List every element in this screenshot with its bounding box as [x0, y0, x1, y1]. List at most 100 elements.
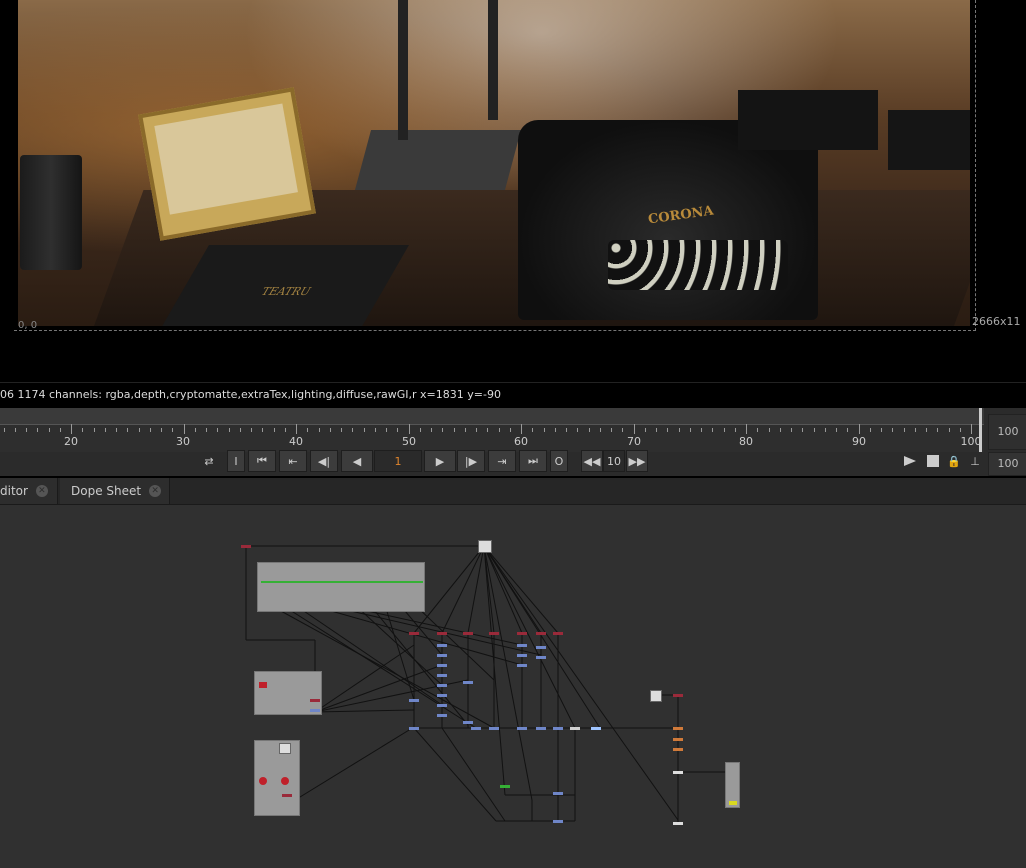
- write-node-yellow[interactable]: [729, 801, 737, 805]
- end-frame-field[interactable]: 100: [988, 452, 1026, 476]
- node-chip[interactable]: [409, 699, 419, 702]
- node-chip[interactable]: [536, 632, 546, 635]
- node-chip[interactable]: [437, 694, 447, 697]
- dot-node-red[interactable]: [259, 777, 267, 785]
- step-forward-icon: |▶: [464, 454, 478, 468]
- node-chip[interactable]: [553, 792, 563, 795]
- tab-dope-sheet[interactable]: Dope Sheet ✕: [60, 478, 170, 504]
- node-chip[interactable]: [553, 727, 563, 730]
- node-chip[interactable]: [517, 644, 527, 647]
- frame-ruler[interactable]: 20 30 40 50 60 70 80 90 100: [0, 408, 984, 452]
- frame-scrub-bar[interactable]: [0, 408, 984, 425]
- next-keyframe-button[interactable]: ⇥: [488, 450, 516, 472]
- in-point-button[interactable]: I: [227, 450, 245, 472]
- node-chip[interactable]: [500, 785, 510, 788]
- format-bounding-box: [14, 0, 976, 331]
- node-chip[interactable]: [310, 709, 320, 712]
- node-chip[interactable]: [463, 721, 473, 724]
- ruler-tick: [341, 428, 342, 432]
- node-chip[interactable]: [517, 654, 527, 657]
- node-chip[interactable]: [673, 822, 683, 825]
- timeline-bar[interactable]: 20 30 40 50 60 70 80 90 100 100 ⇄ I ⏮ ⇤ …: [0, 408, 1026, 476]
- node-chip[interactable]: [489, 727, 499, 730]
- read-node-red[interactable]: [259, 682, 267, 688]
- dot-node-red[interactable]: [281, 777, 289, 785]
- node-chip[interactable]: [310, 699, 320, 702]
- last-frame-button[interactable]: ⏭: [519, 450, 547, 472]
- out-point-button[interactable]: O: [550, 450, 568, 472]
- node-chip[interactable]: [282, 794, 292, 797]
- playhead-end-marker[interactable]: [979, 408, 982, 452]
- ruler-label: 40: [289, 435, 303, 448]
- ruler-tick: [127, 428, 129, 432]
- increment-field[interactable]: 10: [603, 450, 625, 472]
- node-chip[interactable]: [570, 727, 580, 730]
- node-chip[interactable]: [673, 771, 683, 774]
- node-chip[interactable]: [463, 632, 473, 635]
- range-button[interactable]: ⊥: [966, 450, 984, 472]
- ruler-tick: [487, 428, 489, 432]
- node-chip[interactable]: [437, 632, 447, 635]
- jump-back-icon: ◀◀: [583, 454, 601, 468]
- node-chip[interactable]: [437, 714, 447, 717]
- ruler-tick: [779, 428, 781, 432]
- node-chip[interactable]: [673, 694, 683, 697]
- node-chip[interactable]: [517, 632, 527, 635]
- node-chip[interactable]: [489, 632, 499, 635]
- node-chip[interactable]: [471, 727, 481, 730]
- node-chip[interactable]: [517, 664, 527, 667]
- close-icon[interactable]: ✕: [149, 485, 162, 497]
- node-chip[interactable]: [409, 727, 419, 730]
- jump-forward-button[interactable]: ▶▶: [626, 450, 648, 472]
- node-chip[interactable]: [241, 545, 251, 548]
- viewer-node-thumb[interactable]: [279, 743, 291, 754]
- jump-back-button[interactable]: ◀◀: [581, 450, 603, 472]
- node-chip[interactable]: [536, 656, 546, 659]
- backdrop-node-output[interactable]: [725, 762, 740, 808]
- node-chip[interactable]: [437, 684, 447, 687]
- node-chip[interactable]: [536, 646, 546, 649]
- viewer-info-bar: 06 1174 channels: rgba,depth,cryptomatte…: [0, 382, 1026, 407]
- node-chip[interactable]: [591, 727, 601, 730]
- viewer-node-thumb[interactable]: [650, 690, 662, 702]
- node-chip[interactable]: [673, 748, 683, 751]
- close-icon[interactable]: ✕: [35, 485, 48, 497]
- ruler-tick: [408, 424, 410, 434]
- play-backward-button[interactable]: ◀: [341, 450, 373, 472]
- last-frame-field[interactable]: 100: [988, 414, 1026, 450]
- node-chip[interactable]: [437, 644, 447, 647]
- node-chip[interactable]: [517, 727, 527, 730]
- record-button[interactable]: [924, 450, 942, 472]
- viewer-node-thumb[interactable]: [478, 540, 492, 553]
- node-chip[interactable]: [437, 654, 447, 657]
- step-forward-button[interactable]: |▶: [457, 450, 485, 472]
- backdrop-node-bottom[interactable]: [254, 740, 300, 816]
- step-back-button[interactable]: ◀|: [310, 450, 338, 472]
- node-chip[interactable]: [673, 727, 683, 730]
- ruler-label: 20: [64, 435, 78, 448]
- current-frame-field[interactable]: 1: [374, 450, 422, 472]
- node-chip[interactable]: [409, 632, 419, 635]
- flipbook-button[interactable]: [901, 450, 919, 472]
- node-graph-canvas[interactable]: [0, 505, 1026, 868]
- increment-value: 10: [607, 454, 621, 468]
- lock-button[interactable]: 🔒: [945, 450, 963, 472]
- node-chip[interactable]: [536, 727, 546, 730]
- node-chip[interactable]: [463, 681, 473, 684]
- play-forward-button[interactable]: ▶: [424, 450, 456, 472]
- node-chip[interactable]: [553, 820, 563, 823]
- first-frame-button[interactable]: ⏮: [248, 450, 276, 472]
- ruler-tick: [633, 424, 635, 434]
- prev-keyframe-button[interactable]: ⇤: [279, 450, 307, 472]
- loop-button[interactable]: ⇄: [198, 450, 220, 472]
- node-chip[interactable]: [673, 738, 683, 741]
- node-chip[interactable]: [437, 674, 447, 677]
- node-chip[interactable]: [553, 632, 563, 635]
- node-chip[interactable]: [437, 664, 447, 667]
- tab-node-graph[interactable]: ditor ✕: [0, 478, 58, 504]
- ruler-tick: [352, 428, 354, 432]
- ruler-tick: [813, 428, 815, 432]
- node-chip[interactable]: [437, 704, 447, 707]
- viewer-panel[interactable]: TEATRU CORONA 0, 0 2666x11: [0, 0, 1026, 380]
- backdrop-node-top[interactable]: [257, 562, 425, 612]
